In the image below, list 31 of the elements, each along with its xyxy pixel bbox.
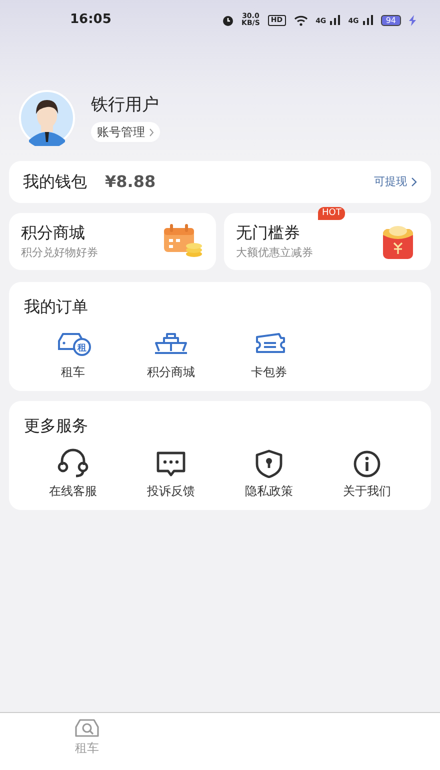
avatar (19, 90, 75, 146)
battery-level: 94 (380, 14, 401, 26)
promo-subtitle: 大额优惠立减券 (236, 245, 313, 262)
headset-icon (55, 448, 91, 478)
menu-item[interactable]: 在线客服 (24, 448, 122, 500)
wifi-icon (294, 14, 308, 26)
promo-title: 积分商城 (21, 222, 86, 244)
chevron-right-icon (149, 128, 154, 137)
menu-item[interactable]: 租 租车 (24, 329, 122, 381)
withdraw-link[interactable]: 可提现 (374, 174, 417, 190)
promo-title: 无门槛券 (236, 222, 301, 244)
menu-item[interactable]: 积分商城 (122, 329, 220, 381)
user-name: 铁行用户 (91, 94, 159, 117)
menu-item[interactable]: 卡包券 (220, 329, 318, 381)
account-settings-link[interactable]: 账号管理 (91, 122, 160, 142)
wallet-label: 我的钱包 (23, 171, 87, 193)
wallet-card[interactable]: 我的钱包 ¥8.88 可提现 (9, 161, 431, 203)
wallet-amount: ¥8.88 (105, 171, 156, 193)
promo-card[interactable]: 积分商城 积分兑好物好券 (9, 213, 216, 270)
signal-icon (330, 15, 340, 25)
chevron-right-icon (411, 177, 417, 187)
section-title: 我的订单 (24, 296, 89, 318)
menu-item[interactable]: 关于我们 (318, 448, 416, 500)
promo-subtitle: 积分兑好物好券 (21, 245, 98, 262)
alarm-icon (222, 14, 234, 26)
menu-item[interactable]: 投诉反馈 (122, 448, 220, 500)
hot-badge: HOT (318, 207, 346, 220)
menu-item[interactable]: 隐私政策 (220, 448, 318, 500)
signal-icon (362, 15, 373, 25)
status-time: 16:05 (70, 11, 112, 30)
section-title: 更多服务 (24, 415, 89, 437)
